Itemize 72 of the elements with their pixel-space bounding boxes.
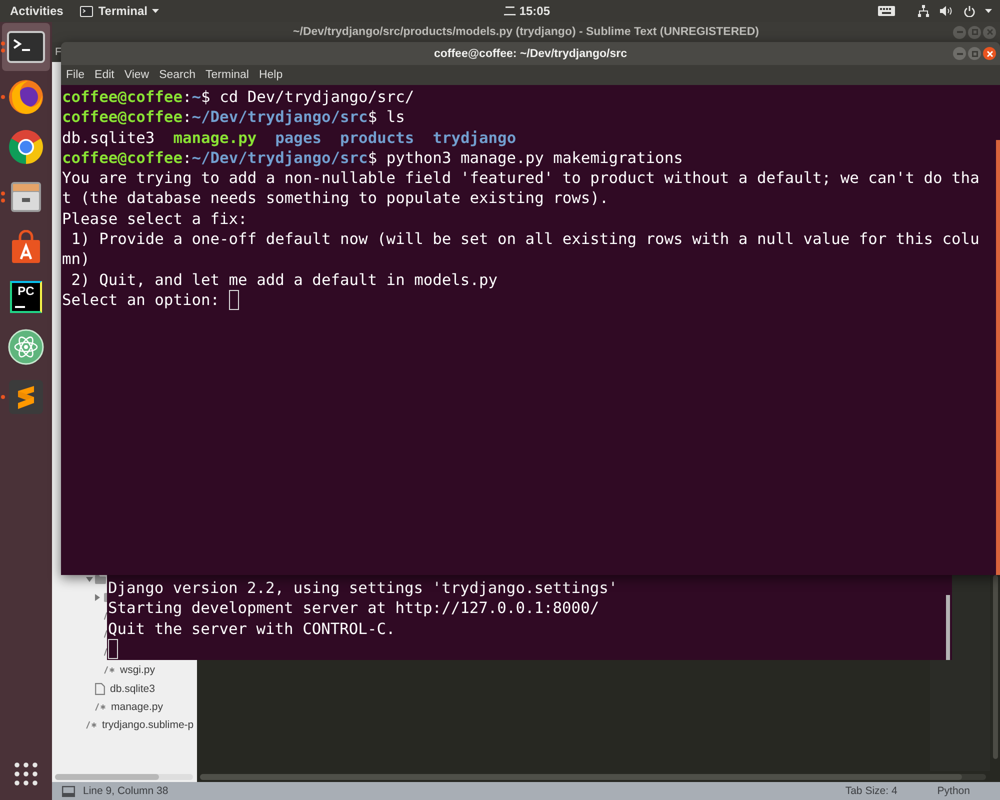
terminal-icon bbox=[80, 6, 94, 16]
terminal-line: t (the database needs something to populate existing rows). bbox=[62, 188, 609, 209]
slash-mark-icon bbox=[104, 648, 107, 656]
slash-mark-icon bbox=[104, 630, 107, 638]
file-cabinet-icon bbox=[9, 180, 43, 214]
terminal-line: 1) Provide a one-off default now (will be set on all existing rows with a null value for this colu bbox=[70, 229, 980, 250]
caret-icon[interactable] bbox=[985, 9, 992, 13]
folder-icon bbox=[95, 574, 106, 584]
terminal-icon bbox=[7, 31, 45, 63]
scrollbar-thumb[interactable] bbox=[992, 575, 998, 759]
menu-item[interactable]: Search bbox=[159, 69, 196, 81]
caret-icon[interactable] bbox=[152, 9, 160, 13]
panel-toggle-icon[interactable] bbox=[62, 786, 75, 796]
maximize-button[interactable] bbox=[968, 26, 981, 38]
file-icon bbox=[95, 682, 105, 695]
caret-right-icon[interactable] bbox=[95, 594, 100, 602]
power-icon[interactable] bbox=[964, 6, 975, 16]
s-logo-icon bbox=[8, 379, 44, 415]
shopping-bag-icon bbox=[10, 230, 42, 264]
window-title: coffee@coffee: ~/Dev/trydjango/src bbox=[434, 48, 628, 60]
window-title: ~/Dev/trydjango/src/products/models.py (trydjango) - Sublime Text (UNREGISTERED) bbox=[293, 26, 759, 38]
terminal-line: Django version 2.2, using settings 'trydjango.settings' bbox=[108, 578, 618, 598]
app-menu[interactable]: Terminal bbox=[80, 4, 160, 18]
source-file-icon bbox=[86, 720, 97, 729]
scrollbar-thumb[interactable] bbox=[55, 774, 158, 780]
dock-item[interactable] bbox=[2, 23, 50, 71]
tree-item[interactable]: wsgi.py bbox=[120, 664, 156, 676]
close-button[interactable] bbox=[983, 47, 996, 60]
source-file-icon bbox=[95, 702, 106, 711]
terminal-line: 2) Quit, and let me add a default in models.py bbox=[70, 270, 498, 290]
atom-icon bbox=[8, 329, 44, 365]
terminal-line: coffee@coffee:~/Dev/trydjango/src$ ls bbox=[62, 107, 405, 128]
menu-item[interactable]: File bbox=[66, 69, 85, 81]
app-grid-icon[interactable] bbox=[14, 762, 38, 786]
terminal-line: Quit the server with CONTROL-C. bbox=[108, 618, 396, 639]
source-file-icon bbox=[104, 666, 115, 674]
terminal-line: coffee@coffee:~/Dev/trydjango/src$ python3 manage.py makemigrations bbox=[62, 148, 683, 168]
tree-item[interactable]: trydjango.sublime-p bbox=[102, 718, 194, 731]
terminal-line: mn) bbox=[62, 249, 90, 270]
logo-text: PC bbox=[16, 285, 36, 297]
scrollbar-thumb[interactable] bbox=[946, 595, 950, 660]
tree-item[interactable]: manage.py bbox=[111, 700, 163, 713]
terminal-line: db.sqlite3 manage.py pages products trydjango bbox=[62, 128, 516, 148]
terminal-line: coffee@coffee:~$ cd Dev/trydjango/src/ bbox=[62, 87, 414, 108]
fox-globe-icon bbox=[8, 79, 44, 115]
slash-mark-icon bbox=[104, 612, 107, 620]
menu-item[interactable]: Help bbox=[258, 69, 283, 81]
tree-item[interactable]: db.sqlite3 bbox=[110, 682, 155, 695]
maximize-icon[interactable] bbox=[972, 50, 978, 56]
volume-icon[interactable] bbox=[940, 6, 952, 16]
scrollbar-thumb[interactable] bbox=[996, 140, 1000, 575]
network-icon[interactable] bbox=[918, 5, 929, 17]
cursor-position: Line 9, Column 38 bbox=[83, 785, 168, 797]
activities-button[interactable]: Activities bbox=[10, 4, 64, 18]
minimize-icon[interactable] bbox=[956, 52, 962, 54]
terminal-line: Select an option: bbox=[62, 290, 220, 310]
keyboard-icon[interactable] bbox=[878, 6, 895, 16]
menu-item[interactable]: Terminal bbox=[206, 69, 249, 81]
terminal-line: Please select a fix: bbox=[62, 208, 248, 230]
tricolor-circle-icon bbox=[8, 129, 44, 165]
tab-size-label[interactable]: Tab Size: 4 bbox=[845, 785, 898, 797]
dock-item[interactable]: PC bbox=[2, 273, 50, 321]
scrollbar-track[interactable] bbox=[55, 774, 193, 780]
syntax-label[interactable]: Python bbox=[937, 785, 970, 797]
minimize-button[interactable] bbox=[953, 47, 966, 60]
minimize-button[interactable] bbox=[953, 26, 966, 38]
menu-item[interactable]: View bbox=[124, 69, 150, 81]
terminal-line: You are trying to add a non-nullable field 'featured' to product without a default; we can't do tha bbox=[62, 168, 980, 188]
menu-item[interactable]: Edit bbox=[94, 69, 114, 81]
clock[interactable]: 二 15:05 bbox=[504, 2, 550, 20]
menu-item[interactable]: F bbox=[55, 46, 62, 58]
terminal-line: Starting development server at http://127.0.0.1:8000/ bbox=[108, 598, 600, 619]
